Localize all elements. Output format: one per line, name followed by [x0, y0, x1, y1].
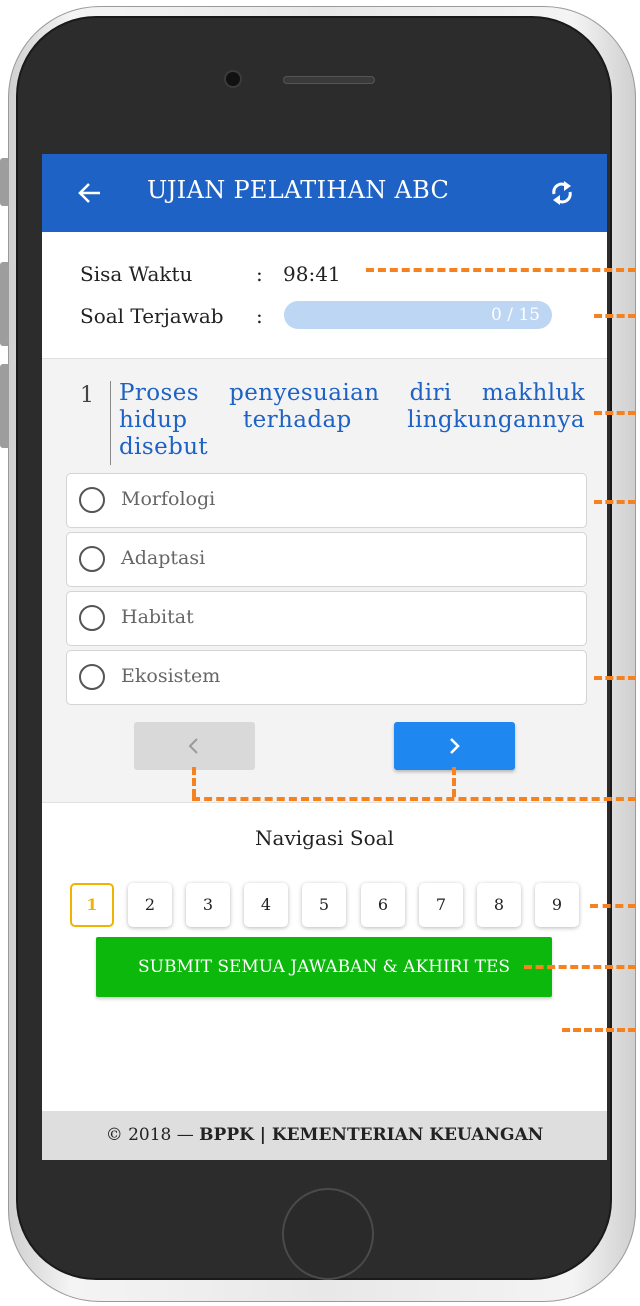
footer-organization: BPPK | KEMENTERIAN KEUANGAN: [199, 1125, 544, 1145]
answered-colon: :: [256, 304, 263, 328]
status-panel: [42, 232, 607, 359]
phone-volume-up: [0, 262, 9, 346]
question-number-button[interactable]: 6: [361, 883, 405, 927]
chevron-left-icon: [188, 738, 198, 754]
phone-mute-switch: [0, 158, 9, 206]
time-label: Sisa Waktu: [80, 262, 193, 286]
submit-all-button[interactable]: SUBMIT SEMUA JAWABAN & AKHIRI TES: [96, 937, 552, 997]
question-number-button[interactable]: 2: [128, 883, 172, 927]
question-text: Proses penyesuaian diri makhluk hidup te…: [119, 380, 585, 460]
option-label: Habitat: [121, 606, 194, 628]
phone-volume-down: [0, 364, 9, 448]
refresh-icon[interactable]: [549, 178, 575, 208]
answered-progress-bar: 0 / 15: [284, 301, 552, 329]
question-number-button[interactable]: 1: [70, 883, 114, 927]
home-button[interactable]: [282, 1188, 374, 1280]
callout-prev-stem: [192, 767, 196, 797]
radio-icon[interactable]: [79, 487, 105, 513]
callout-options: [594, 500, 636, 504]
radio-icon[interactable]: [79, 664, 105, 690]
time-colon: :: [256, 262, 263, 286]
chevron-right-icon: [450, 738, 460, 754]
question-number-button[interactable]: 3: [186, 883, 230, 927]
footer: © 2018 — BPPK | KEMENTERIAN KEUANGAN: [42, 1111, 607, 1160]
answer-option-d[interactable]: Ekosistem: [66, 650, 587, 705]
arrow-left-icon[interactable]: [76, 178, 102, 208]
footer-copyright: © 2018 —: [105, 1125, 200, 1145]
answer-option-a[interactable]: Morfologi: [66, 473, 587, 528]
question-number-button[interactable]: 5: [302, 883, 346, 927]
speaker-grille: [283, 76, 375, 84]
radio-icon[interactable]: [79, 605, 105, 631]
app-screen: UJIAN PELATIHAN ABC Sisa Waktu : 98:41 S…: [42, 154, 607, 1160]
page-title: UJIAN PELATIHAN ABC: [147, 176, 450, 204]
time-remaining-value: 98:41: [283, 262, 341, 286]
previous-question-button[interactable]: [134, 722, 255, 770]
callout-submit: [562, 1028, 636, 1032]
callout-number-row-2: [524, 965, 636, 969]
callout-next-stem: [452, 767, 456, 797]
question-divider: [110, 381, 111, 465]
option-label: Adaptasi: [121, 547, 206, 569]
question-panel: 1 Proses penyesuaian diri makhluk hidup …: [42, 359, 607, 803]
answer-option-b[interactable]: Adaptasi: [66, 532, 587, 587]
app-header: UJIAN PELATIHAN ABC: [42, 154, 607, 232]
question-number-button[interactable]: 8: [477, 883, 521, 927]
question-number-button[interactable]: 7: [419, 883, 463, 927]
question-number: 1: [80, 383, 94, 408]
callout-progress: [594, 314, 636, 318]
answer-option-c[interactable]: Habitat: [66, 591, 587, 646]
callout-number-row-1: [590, 904, 636, 908]
option-label: Morfologi: [121, 488, 216, 510]
answered-label: Soal Terjawab: [80, 304, 224, 328]
callout-time: [366, 268, 636, 272]
callout-nav-buttons: [192, 797, 636, 801]
radio-icon[interactable]: [79, 546, 105, 572]
callout-question: [594, 411, 636, 415]
question-navigation-title: Navigasi Soal: [255, 826, 394, 850]
option-label: Ekosistem: [121, 665, 221, 687]
camera-icon: [226, 72, 240, 86]
question-number-button[interactable]: 9: [535, 883, 579, 927]
next-question-button[interactable]: [394, 722, 515, 770]
callout-option-last: [594, 676, 636, 680]
question-number-button[interactable]: 4: [244, 883, 288, 927]
answered-progress-text: 0 / 15: [491, 305, 540, 325]
